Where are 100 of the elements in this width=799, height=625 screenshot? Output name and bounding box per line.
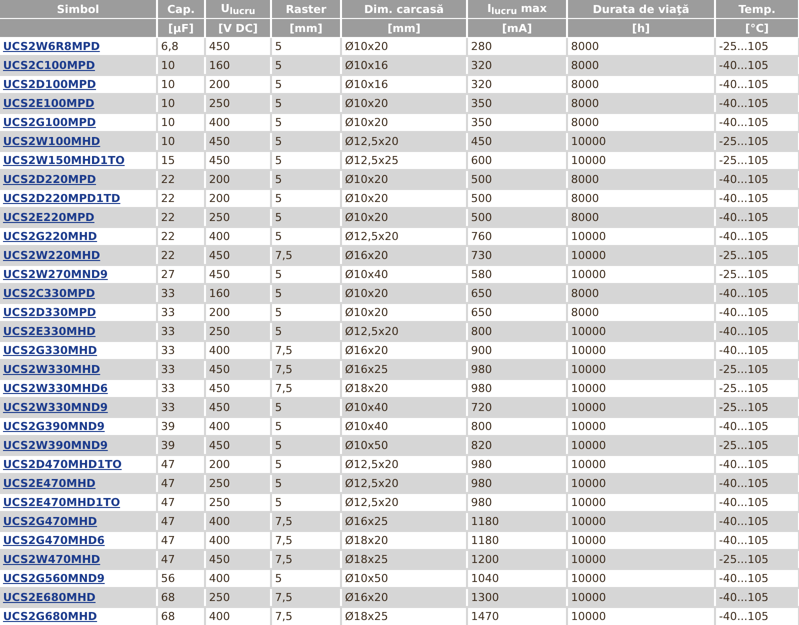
- table-cell: 450: [205, 265, 271, 284]
- table-cell: 7,5: [271, 531, 341, 550]
- table-cell: 8000: [567, 113, 715, 132]
- table-cell: 250: [205, 474, 271, 493]
- column-header: Cap.: [157, 0, 205, 18]
- table-cell: 68: [157, 588, 205, 607]
- table-cell: Ø10x20: [341, 94, 467, 113]
- table-cell: -25...105: [715, 436, 799, 455]
- table-cell: 5: [271, 284, 341, 303]
- table-cell: 320: [467, 56, 567, 75]
- table-cell: -25...105: [715, 38, 799, 56]
- table-cell: 8000: [567, 56, 715, 75]
- table-cell: 10000: [567, 360, 715, 379]
- table-cell: 8000: [567, 75, 715, 94]
- table-cell: 7,5: [271, 246, 341, 265]
- table-cell: 47: [157, 474, 205, 493]
- table-cell: 200: [205, 189, 271, 208]
- table-cell: 5: [271, 569, 341, 588]
- table-cell: 450: [205, 379, 271, 398]
- table-cell: 33: [157, 379, 205, 398]
- table-cell: 450: [205, 38, 271, 56]
- table-cell: 5: [271, 189, 341, 208]
- unit-header: [h]: [567, 18, 715, 38]
- table-cell: 47: [157, 531, 205, 550]
- table-cell: 68: [157, 607, 205, 625]
- table-cell: 10000: [567, 322, 715, 341]
- table-cell: -40...105: [715, 322, 799, 341]
- table-cell: 200: [205, 303, 271, 322]
- table-cell: -25...105: [715, 360, 799, 379]
- table-cell: 10000: [567, 531, 715, 550]
- table-cell: Ø16x25: [341, 512, 467, 531]
- table-cell: 8000: [567, 189, 715, 208]
- unit-header: [mA]: [467, 18, 567, 38]
- table-cell: 160: [205, 56, 271, 75]
- table-cell: 10000: [567, 455, 715, 474]
- table-cell: Ø18x25: [341, 607, 467, 625]
- table-cell: 6,8: [157, 38, 205, 56]
- table-cell: Ø16x20: [341, 588, 467, 607]
- column-header: Durata de viaţă: [567, 0, 715, 18]
- column-header: Simbol: [0, 0, 157, 18]
- table-cell: 10000: [567, 417, 715, 436]
- table-cell: 5: [271, 493, 341, 512]
- table-cell: 5: [271, 322, 341, 341]
- table-cell: 10: [157, 113, 205, 132]
- table-cell: -40...105: [715, 113, 799, 132]
- table-cell: 200: [205, 170, 271, 189]
- table-cell: -25...105: [715, 246, 799, 265]
- table-cell: -25...105: [715, 550, 799, 569]
- table-cell: 400: [205, 569, 271, 588]
- table-cell: 280: [467, 38, 567, 56]
- table-cell: -40...105: [715, 227, 799, 246]
- table-cell: 5: [271, 151, 341, 170]
- table-cell: 10000: [567, 474, 715, 493]
- table-cell: 47: [157, 493, 205, 512]
- table-cell: -40...105: [715, 531, 799, 550]
- table-cell: -40...105: [715, 493, 799, 512]
- table-cell: 1300: [467, 588, 567, 607]
- table-cell: 650: [467, 303, 567, 322]
- table-cell: Ø10x20: [341, 38, 467, 56]
- table-cell: Ø12,5x25: [341, 151, 467, 170]
- part-link[interactable]: UCS2G680MHD: [3, 610, 98, 623]
- table-cell: Ø10x16: [341, 56, 467, 75]
- table-cell: 580: [467, 265, 567, 284]
- table-cell: 8000: [567, 303, 715, 322]
- table-cell: 5: [271, 265, 341, 284]
- table-cell: 1180: [467, 531, 567, 550]
- table-cell: 7,5: [271, 512, 341, 531]
- table-cell: -40...105: [715, 455, 799, 474]
- table-cell: 33: [157, 303, 205, 322]
- table-cell: 450: [205, 132, 271, 151]
- table-cell: Ø10x50: [341, 436, 467, 455]
- table-cell: 8000: [567, 38, 715, 56]
- table-cell: Ø10x20: [341, 208, 467, 227]
- table-cell: 10000: [567, 569, 715, 588]
- table-cell: 10000: [567, 550, 715, 569]
- table-cell: 10000: [567, 398, 715, 417]
- table-cell: 250: [205, 208, 271, 227]
- table-cell: 400: [205, 341, 271, 360]
- table-cell: 160: [205, 284, 271, 303]
- table-cell: 10000: [567, 265, 715, 284]
- table-cell: 720: [467, 398, 567, 417]
- table-cell: -40...105: [715, 607, 799, 625]
- table-cell: 22: [157, 170, 205, 189]
- table-cell: -40...105: [715, 512, 799, 531]
- table-cell: -40...105: [715, 208, 799, 227]
- table-cell: Ø12,5x20: [341, 132, 467, 151]
- table-cell: 5: [271, 170, 341, 189]
- table-cell: 7,5: [271, 588, 341, 607]
- table-cell: 10: [157, 56, 205, 75]
- table-cell: 8000: [567, 208, 715, 227]
- table-cell: 7,5: [271, 360, 341, 379]
- table-cell: -40...105: [715, 94, 799, 113]
- part-link[interactable]: UCS2W6R8MPD: [3, 40, 100, 53]
- table-cell: 200: [205, 75, 271, 94]
- table-cell: -40...105: [715, 303, 799, 322]
- table-cell: 250: [205, 493, 271, 512]
- table-cell: Ø12,5x20: [341, 474, 467, 493]
- table-cell: 5: [271, 398, 341, 417]
- table-cell: 5: [271, 474, 341, 493]
- table-cell: 33: [157, 398, 205, 417]
